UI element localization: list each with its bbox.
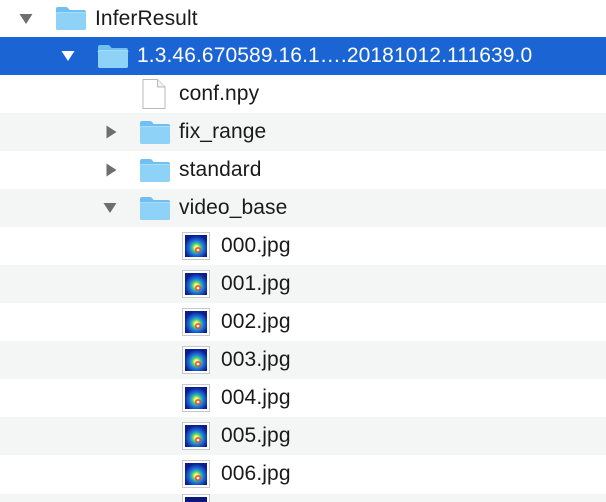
- tree-row-image-partial[interactable]: [0, 494, 606, 502]
- tree-row-image[interactable]: 003.jpg: [0, 341, 606, 379]
- file-label: 001.jpg: [221, 272, 291, 295]
- image-thumbnail-icon: [182, 460, 210, 488]
- disclosure-triangle-expanded-icon[interactable]: [59, 47, 77, 65]
- tree-row-inferresult[interactable]: InferResult: [0, 0, 606, 38]
- folder-label: video_base: [179, 196, 288, 219]
- folder-icon: [139, 195, 171, 221]
- file-tree: InferResult 1.3.46.670589.16.1….20181012…: [0, 0, 606, 502]
- image-thumbnail-icon: [182, 494, 210, 502]
- tree-row-video-base[interactable]: video_base: [0, 189, 606, 227]
- file-label: 002.jpg: [221, 310, 291, 333]
- folder-icon: [139, 119, 171, 145]
- tree-row-image[interactable]: 004.jpg: [0, 379, 606, 417]
- disclosure-triangle-collapsed-icon[interactable]: [102, 161, 120, 179]
- file-label: conf.npy: [179, 82, 260, 105]
- folder-icon: [97, 43, 129, 69]
- folder-label: 1.3.46.670589.16.1….20181012.111639.0: [137, 44, 533, 67]
- tree-row-standard[interactable]: standard: [0, 151, 606, 189]
- image-thumbnail-icon: [182, 270, 210, 298]
- tree-row-image[interactable]: 000.jpg: [0, 227, 606, 265]
- folder-icon: [139, 157, 171, 183]
- file-label: 003.jpg: [221, 348, 291, 371]
- image-thumbnail-icon: [182, 308, 210, 336]
- folder-icon: [55, 5, 87, 31]
- document-icon: [141, 78, 167, 110]
- image-thumbnail-icon: [182, 232, 210, 260]
- folder-label: standard: [179, 158, 262, 181]
- disclosure-triangle-expanded-icon[interactable]: [17, 10, 35, 28]
- image-thumbnail-icon: [182, 346, 210, 374]
- folder-label: InferResult: [95, 7, 198, 30]
- tree-row-conf-npy[interactable]: conf.npy: [0, 75, 606, 113]
- tree-row-fix-range[interactable]: fix_range: [0, 113, 606, 151]
- tree-row-series-selected[interactable]: 1.3.46.670589.16.1….20181012.111639.0: [0, 37, 606, 75]
- tree-row-image[interactable]: 001.jpg: [0, 265, 606, 303]
- image-thumbnail-icon: [182, 384, 210, 412]
- tree-row-image[interactable]: 005.jpg: [0, 417, 606, 455]
- disclosure-triangle-collapsed-icon[interactable]: [102, 123, 120, 141]
- file-label: 000.jpg: [221, 234, 291, 257]
- tree-row-image[interactable]: 006.jpg: [0, 455, 606, 493]
- tree-row-image[interactable]: 002.jpg: [0, 303, 606, 341]
- disclosure-triangle-expanded-icon[interactable]: [101, 199, 119, 217]
- file-label: 006.jpg: [221, 462, 291, 485]
- image-thumbnail-icon: [182, 422, 210, 450]
- file-label: 004.jpg: [221, 386, 291, 409]
- file-label: 005.jpg: [221, 424, 291, 447]
- folder-label: fix_range: [179, 120, 267, 143]
